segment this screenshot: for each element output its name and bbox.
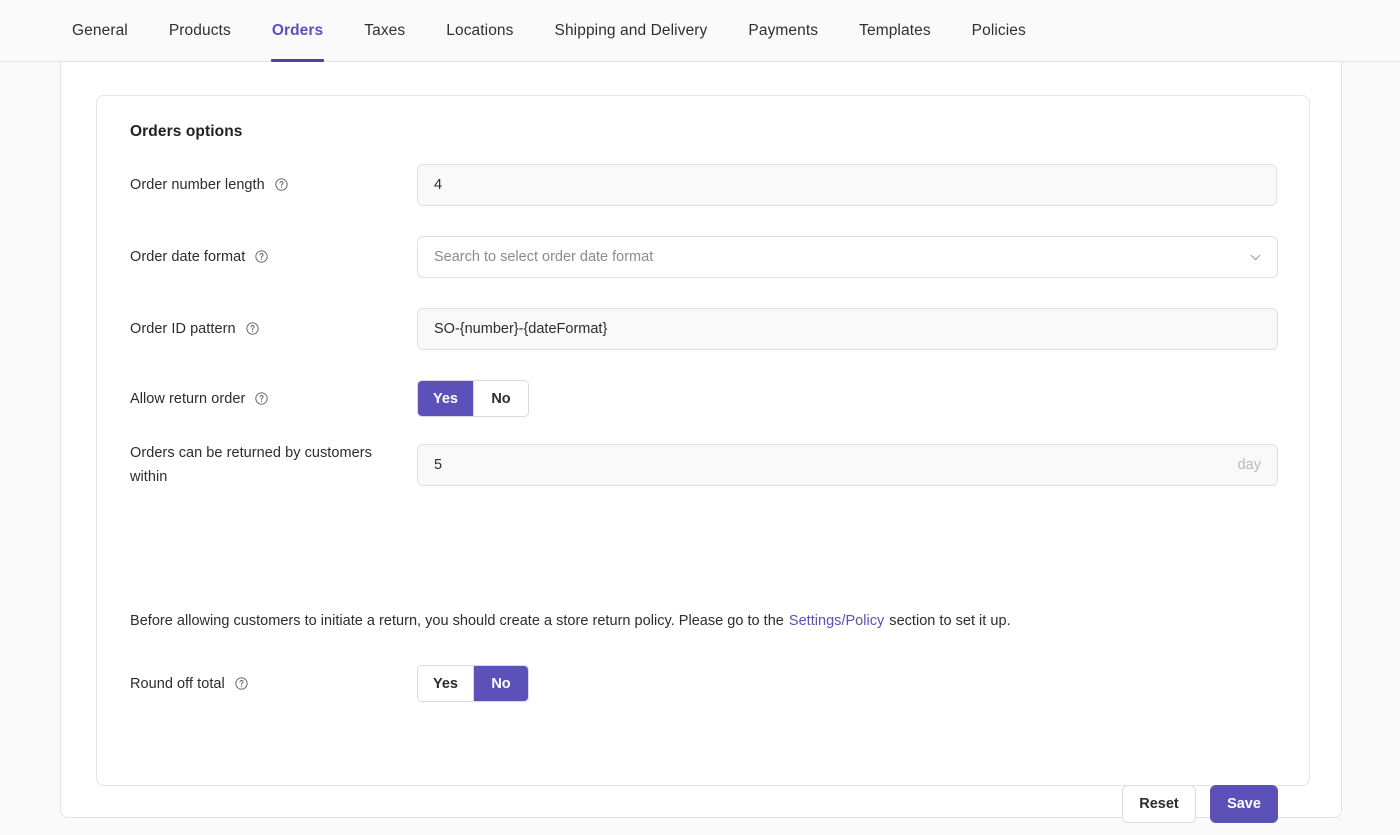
order-number-length-label: Order number length [130, 173, 400, 197]
settings-panel: Orders options Order number length 4 Ord… [60, 62, 1342, 823]
tab-policies[interactable]: Policies [972, 0, 1026, 61]
field-row-round-off-total: Round off total Yes No [130, 665, 1278, 703]
chevron-down-icon[interactable] [1250, 254, 1261, 261]
allow-return-order-yes[interactable]: Yes [418, 381, 473, 416]
label-text: Round off total [130, 676, 225, 692]
tab-templates[interactable]: Templates [859, 0, 931, 61]
input-value: 5 [434, 457, 443, 473]
tab-general[interactable]: General [72, 0, 128, 61]
order-date-format-select[interactable]: Search to select order date format [417, 236, 1278, 278]
orders-options-card: Orders options Order number length 4 Ord… [96, 95, 1310, 823]
notice-text-after: section to set it up. [889, 613, 1011, 629]
allow-return-order-label: Allow return order [130, 387, 400, 411]
tab-label: Products [168, 21, 231, 39]
save-button[interactable]: Save [1210, 785, 1278, 823]
tab-label: Payments [748, 21, 819, 39]
round-off-total-label: Round off total [130, 672, 400, 696]
question-circle-icon[interactable] [255, 392, 269, 405]
field-row-order-number-length: Order number length 4 [130, 164, 1278, 206]
tab-locations[interactable]: Locations [446, 0, 513, 61]
order-number-length-input[interactable]: 4 [417, 164, 1277, 206]
settings-policy-link[interactable]: Settings/Policy [789, 613, 884, 629]
input-value: 4 [434, 177, 443, 193]
tab-payments[interactable]: Payments [748, 0, 818, 61]
order-id-pattern-input[interactable]: SO-{number}-{dateFormat} [417, 308, 1278, 350]
card-title: Orders options [130, 123, 243, 140]
field-row-return-window: Orders can be returned by customers with… [130, 444, 1278, 486]
allow-return-order-no[interactable]: No [473, 381, 528, 416]
settings-tab-bar: General Products Orders Taxes Locations … [0, 0, 1400, 62]
round-off-total-no[interactable]: No [473, 666, 528, 701]
label-text: Order number length [130, 177, 265, 193]
tab-shipping-and-delivery[interactable]: Shipping and Delivery [555, 0, 708, 61]
label-text: Allow return order [130, 391, 246, 407]
tab-label: Templates [859, 21, 931, 39]
return-window-label: Orders can be returned by customers with… [130, 445, 372, 485]
question-circle-icon[interactable] [235, 677, 248, 690]
tab-label: Orders [271, 21, 324, 39]
field-row-order-date-format: Order date format Search to select order… [130, 236, 1278, 278]
reset-button[interactable]: Reset [1122, 785, 1196, 823]
field-row-allow-return-order: Allow return order Yes No [130, 380, 1278, 418]
order-id-pattern-label: Order ID pattern [130, 317, 400, 341]
tab-label: General [72, 21, 128, 39]
question-circle-icon[interactable] [275, 178, 288, 191]
question-circle-icon[interactable] [246, 322, 259, 335]
return-window-unit: day [1237, 457, 1261, 473]
return-policy-notice: Before allowing customers to initiate a … [130, 613, 1011, 629]
label-text: Order date format [130, 249, 246, 265]
tab-label: Shipping and Delivery [554, 21, 708, 39]
notice-text-before: Before allowing customers to initiate a … [130, 613, 784, 629]
return-window-input[interactable]: 5 day [417, 444, 1278, 486]
tab-label: Locations [446, 21, 514, 39]
input-value: SO-{number}-{dateFormat} [434, 321, 608, 337]
order-date-format-placeholder: Search to select order date format [434, 249, 654, 265]
label-text: Order ID pattern [130, 321, 236, 337]
tab-orders[interactable]: Orders [270, 0, 325, 62]
tab-label: Policies [971, 21, 1026, 39]
round-off-total-toggle: Yes No [417, 665, 529, 702]
field-row-order-id-pattern: Order ID pattern SO-{number}-{dateFormat… [130, 308, 1278, 350]
tab-label: Taxes [364, 21, 406, 39]
question-circle-icon[interactable] [255, 250, 269, 263]
tab-taxes[interactable]: Taxes [364, 0, 405, 61]
allow-return-order-toggle: Yes No [417, 380, 529, 417]
order-date-format-label: Order date format [130, 245, 400, 269]
tab-products[interactable]: Products [169, 0, 231, 61]
round-off-total-yes[interactable]: Yes [418, 666, 473, 701]
